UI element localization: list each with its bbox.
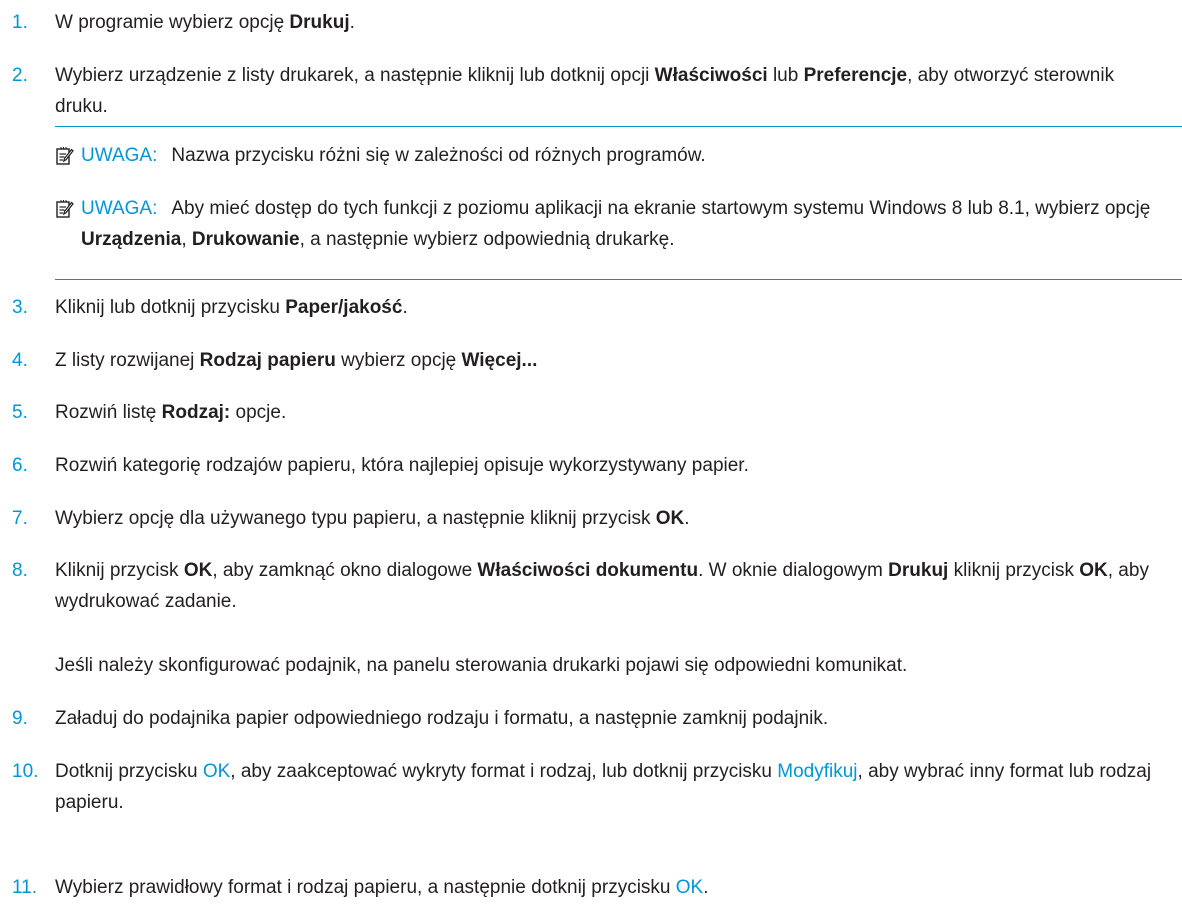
ui-term-wiecej: Więcej...	[461, 350, 538, 371]
note-divider-top	[55, 126, 1182, 127]
step-text: Załaduj do podajnika papier odpowiednieg…	[55, 708, 829, 729]
step-number: 4.	[12, 350, 28, 371]
step-number: 1.	[12, 12, 28, 33]
step-text: Rozwiń kategorię rodzajów papieru, która…	[55, 455, 749, 476]
panel-term-modyfikuj: Modyfikuj	[777, 761, 858, 782]
step-text: Rozwiń listę Rodzaj: opcje.	[55, 402, 287, 423]
note-divider-bottom	[55, 279, 1182, 280]
note-1: UWAGA: Nazwa przycisku różni się w zależn…	[55, 140, 1172, 171]
step-number: 11.	[12, 877, 38, 898]
panel-term-ok: OK	[675, 877, 704, 898]
step-number: 2.	[12, 65, 28, 86]
ui-term-wlasciwosci: Właściwości	[654, 65, 768, 86]
note-label: UWAGA:	[81, 198, 158, 219]
ui-term-rodzaj-papieru: Rodzaj papieru	[199, 350, 336, 371]
step-text: W programie wybierz opcję Drukuj.	[55, 12, 355, 33]
ui-term-preferencje: Preferencje	[803, 65, 908, 86]
note-label: UWAGA:	[81, 145, 158, 166]
step-number: 8.	[12, 560, 28, 581]
step-number: 9.	[12, 708, 28, 729]
followup-text: Jeśli należy skonfigurować podajnik, na …	[55, 655, 908, 676]
ui-term-drukuj: Drukuj	[289, 12, 350, 33]
note-icon	[56, 147, 74, 165]
ui-term-ok: OK	[1079, 560, 1108, 581]
step-text: Dotknij przycisku OK, aby zaakceptować w…	[55, 761, 1152, 813]
step-number: 3.	[12, 297, 28, 318]
panel-term-ok: OK	[202, 761, 231, 782]
ui-term-rodzaj: Rodzaj:	[161, 402, 231, 423]
ui-term-drukuj: Drukuj	[888, 560, 949, 581]
note-2: UWAGA: Aby mieć dostęp do tych funkcji z …	[55, 193, 1172, 255]
ui-term-paper-jakosc: Paper/jakość	[285, 297, 403, 318]
instruction-page: 1. W programie wybierz opcję Drukuj. 2. …	[0, 0, 1182, 907]
ui-term-drukowanie: Drukowanie	[191, 229, 300, 250]
step-text: Wybierz prawidłowy format i rodzaj papie…	[55, 877, 709, 898]
note-icon	[56, 200, 74, 218]
step-number: 5.	[12, 402, 28, 423]
note-text: Nazwa przycisku różni się w zależności o…	[171, 145, 706, 166]
ui-term-ok: OK	[655, 508, 685, 529]
ui-term-ok: OK	[183, 560, 213, 581]
step-number: 6.	[12, 455, 28, 476]
ui-term-wlasciwosci-dokumentu: Właściwości dokumentu	[477, 560, 699, 581]
step-text: Z listy rozwijanej Rodzaj papieru wybier…	[55, 350, 538, 371]
ui-term-urzadzenia: Urządzenia	[81, 229, 182, 250]
step-text: Kliknij lub dotknij przycisku Paper/jako…	[55, 297, 408, 318]
step-text: Kliknij przycisk OK, aby zamknąć okno di…	[55, 560, 1149, 612]
step-number: 10.	[12, 761, 39, 782]
step-text: Wybierz opcję dla używanego typu papieru…	[55, 508, 690, 529]
notes-block: UWAGA: Nazwa przycisku różni się w zależn…	[55, 126, 1182, 250]
step-text: Wybierz urządzenie z listy drukarek, a n…	[55, 65, 1115, 117]
step-number: 7.	[12, 508, 28, 529]
